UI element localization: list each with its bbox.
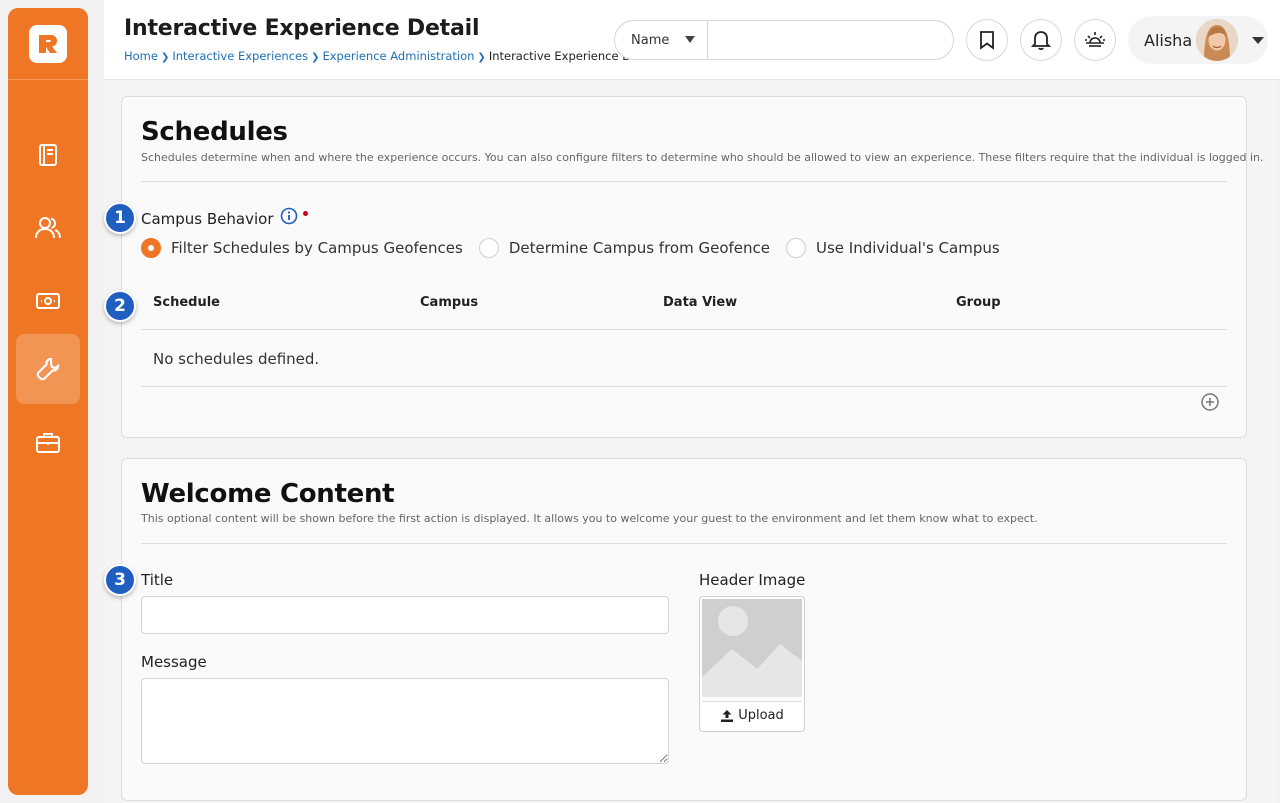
sidebar-item-tools[interactable] xyxy=(16,408,80,478)
divider xyxy=(141,181,1227,182)
search-type-select[interactable]: Name xyxy=(615,21,708,59)
column-header-schedule[interactable]: Schedule xyxy=(153,295,220,310)
sidebar xyxy=(8,8,88,795)
radio-determine-campus-from-geofence[interactable]: Determine Campus from Geofence xyxy=(478,238,770,258)
table-divider xyxy=(141,386,1227,387)
schedules-title: Schedules xyxy=(141,117,288,147)
chevron-right-icon: ❯ xyxy=(311,52,320,63)
breadcrumb-experience-administration[interactable]: Experience Administration xyxy=(322,49,474,63)
sidebar-item-book[interactable] xyxy=(16,120,80,190)
table-divider xyxy=(141,329,1227,330)
search-input[interactable] xyxy=(708,21,953,59)
message-field-label: Message xyxy=(141,653,207,671)
callout-badge: 1 xyxy=(104,202,136,234)
radio-icon[interactable] xyxy=(786,238,806,258)
radio-label: Filter Schedules by Campus Geofences xyxy=(171,239,463,257)
title-field[interactable] xyxy=(141,596,669,634)
main-content: Schedules Schedules determine when and w… xyxy=(104,80,1276,803)
welcome-content-panel: Welcome Content This optional content wi… xyxy=(121,458,1247,801)
breadcrumb: Home ❯ Interactive Experiences ❯ Experience … xyxy=(124,49,656,63)
rock-logo-icon[interactable] xyxy=(29,24,67,63)
bell-icon xyxy=(1031,31,1051,51)
title-field-label: Title xyxy=(141,571,174,589)
radio-use-individuals-campus[interactable]: Use Individual's Campus xyxy=(786,238,1000,258)
sidebar-item-finance[interactable] xyxy=(16,266,80,336)
callout-badge: 3 xyxy=(104,564,136,596)
notifications-button[interactable] xyxy=(1020,19,1062,61)
sidebar-item-admin-tools[interactable] xyxy=(16,334,80,404)
campus-behavior-label: Campus Behavior xyxy=(141,210,274,228)
divider xyxy=(141,543,1227,544)
radio-filter-schedules-by-geofence[interactable]: Filter Schedules by Campus Geofences xyxy=(141,238,463,258)
radio-label: Determine Campus from Geofence xyxy=(508,239,770,257)
radio-label: Use Individual's Campus xyxy=(816,239,1000,257)
money-icon xyxy=(36,293,60,309)
theme-toggle-button[interactable] xyxy=(1074,19,1116,61)
breadcrumb-home[interactable]: Home xyxy=(124,49,158,63)
message-field[interactable] xyxy=(141,678,669,764)
top-header: Interactive Experience Detail Home ❯ Inter… xyxy=(104,0,1280,80)
breadcrumb-interactive-experiences[interactable]: Interactive Experiences xyxy=(172,49,308,63)
add-schedule-button[interactable] xyxy=(1200,392,1220,412)
column-header-campus[interactable]: Campus xyxy=(420,295,478,310)
book-icon xyxy=(39,144,57,166)
welcome-content-description: This optional content will be shown befo… xyxy=(141,512,1038,525)
schedules-panel: Schedules Schedules determine when and w… xyxy=(121,96,1264,438)
page-title: Interactive Experience Detail xyxy=(124,16,480,41)
wrench-icon xyxy=(36,357,60,381)
sunrise-icon xyxy=(1085,32,1105,47)
empty-table-message: No schedules defined. xyxy=(153,350,320,368)
bookmark-button[interactable] xyxy=(966,19,1008,61)
search-type-label: Name xyxy=(631,32,670,48)
caret-down-icon xyxy=(1252,37,1264,44)
schedules-description: Schedules determine when and where the e… xyxy=(141,151,1264,164)
campus-behavior-radio-group: Filter Schedules by Campus Geofences Det… xyxy=(141,238,1016,258)
user-menu[interactable]: Alisha xyxy=(1128,16,1268,64)
avatar xyxy=(1196,19,1238,61)
info-icon[interactable] xyxy=(280,207,298,225)
people-icon xyxy=(35,217,61,239)
logo-area xyxy=(8,8,88,80)
radio-selected-icon[interactable] xyxy=(141,238,161,258)
search-bar: Name xyxy=(614,20,954,60)
briefcase-icon xyxy=(36,433,60,453)
welcome-content-title: Welcome Content xyxy=(141,479,395,509)
upload-label: Upload xyxy=(738,708,784,723)
chevron-right-icon: ❯ xyxy=(160,52,170,63)
user-name: Alisha xyxy=(1144,31,1193,50)
image-placeholder-icon xyxy=(702,599,802,697)
header-image-label: Header Image xyxy=(699,571,806,589)
chevron-right-icon: ❯ xyxy=(477,52,486,63)
upload-icon xyxy=(721,709,734,722)
required-indicator xyxy=(303,211,308,216)
bookmark-icon xyxy=(980,31,994,50)
sidebar-item-people[interactable] xyxy=(16,193,80,263)
upload-button[interactable]: Upload xyxy=(702,701,802,729)
caret-down-icon xyxy=(685,36,695,43)
callout-badge: 2 xyxy=(104,290,136,322)
column-header-group[interactable]: Group xyxy=(956,295,1001,310)
radio-icon[interactable] xyxy=(478,238,499,258)
column-header-data-view[interactable]: Data View xyxy=(663,295,737,310)
header-image-uploader: Upload xyxy=(699,596,805,732)
